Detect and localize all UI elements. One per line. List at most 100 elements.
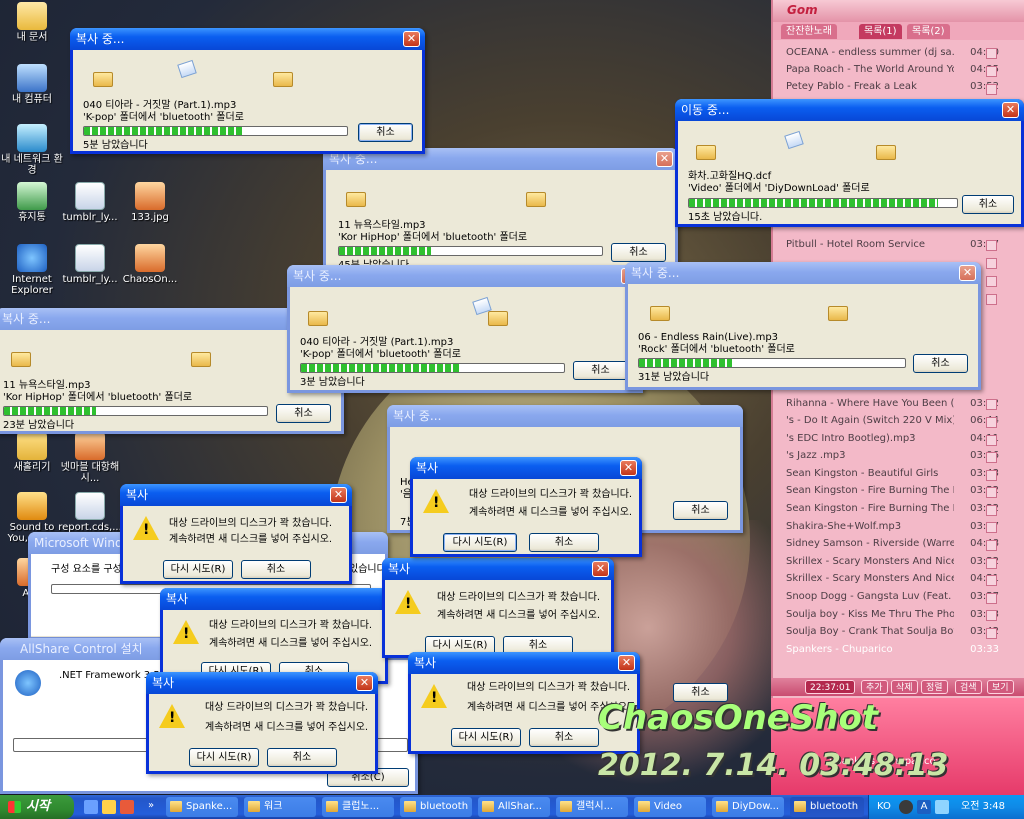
- playlist-action-button[interactable]: [986, 540, 997, 551]
- sort-button[interactable]: 정렬: [921, 680, 948, 694]
- retry-button[interactable]: 다시 시도(R): [443, 533, 517, 552]
- cancel-button[interactable]: 취소: [358, 123, 413, 142]
- cancel-button[interactable]: 취소: [611, 243, 666, 262]
- playlist-item[interactable]: Sidney Samson - Riverside (Warre... 04:48: [783, 535, 999, 552]
- playlist-item[interactable]: 's - Do It Again (Switch 220 V Mix)... 06…: [783, 412, 999, 429]
- move-dialog[interactable]: 이동 중... ✕ 화차.고화질HQ.dcf 'Video' 폴더에서 'Diy…: [675, 99, 1024, 227]
- desktop-icon-my-documents[interactable]: 내 문서: [0, 2, 64, 43]
- dialog-titlebar[interactable]: 복사 중...: [625, 262, 981, 284]
- taskbar-button[interactable]: DiyDow...: [712, 797, 784, 817]
- delete-button[interactable]: 삭제: [891, 680, 918, 694]
- close-icon[interactable]: ✕: [403, 31, 420, 47]
- playlist-item[interactable]: Skrillex - Scary Monsters And Nice... 04:…: [783, 570, 999, 587]
- desktop-icon-report[interactable]: report.cds,...: [58, 492, 122, 533]
- taskbar-button[interactable]: 워크: [244, 797, 316, 817]
- close-icon[interactable]: ✕: [592, 561, 609, 577]
- desktop-icon-recycle-bin[interactable]: 휴지통: [0, 182, 64, 223]
- playlist-item[interactable]: Sean Kingston - Beautiful Girls 03:43: [783, 465, 999, 482]
- disk-full-dialog[interactable]: 복사 ✕ 대상 드라이브의 디스크가 꽉 찼습니다. 계속하려면 새 디스크를 …: [146, 672, 378, 774]
- dialog-titlebar[interactable]: 복사: [146, 672, 378, 694]
- chevron-icon[interactable]: »: [148, 800, 154, 811]
- dialog-titlebar[interactable]: 복사: [382, 558, 614, 580]
- language-indicator[interactable]: KO: [877, 795, 891, 819]
- close-icon[interactable]: ✕: [620, 460, 637, 476]
- tab-playlist-2[interactable]: 목록(2): [907, 24, 950, 39]
- copy-dialog[interactable]: 복사 중... ✕ 11 뉴욕스타일.mp3 'Kor HipHop' 폴더에서…: [323, 148, 678, 271]
- dialog-titlebar[interactable]: 복사 중...: [287, 265, 643, 287]
- playlist-action-button[interactable]: [986, 452, 997, 463]
- cancel-button[interactable]: 취소: [962, 195, 1014, 214]
- quicklaunch-icon[interactable]: [120, 800, 134, 814]
- close-icon[interactable]: ✕: [356, 675, 373, 691]
- tab-playlist-calm[interactable]: 잔잔한노래: [781, 24, 837, 39]
- desktop-icon-chaoson[interactable]: ChaosOn...: [118, 244, 182, 285]
- playlist-action-button[interactable]: [986, 575, 997, 586]
- retry-button[interactable]: 다시 시도(R): [163, 560, 233, 579]
- taskbar-button[interactable]: bluetooth: [400, 797, 472, 817]
- dialog-titlebar[interactable]: 복사 중...: [70, 28, 425, 50]
- cancel-button[interactable]: 취소: [267, 748, 337, 767]
- playlist-action-button[interactable]: [986, 240, 997, 251]
- playlist-item[interactable]: OCEANA - endless summer (dj sa... 04:40: [783, 44, 999, 61]
- player-titlebar[interactable]: Gom: [773, 0, 1024, 22]
- dialog-titlebar[interactable]: 복사 중...: [387, 405, 743, 427]
- playlist-item[interactable]: Petey Pablo - Freak a Leak 03:52: [783, 78, 999, 95]
- cancel-button[interactable]: 취소: [573, 361, 628, 380]
- playlist-item[interactable]: Pitbull - Hotel Room Service 03:57: [783, 236, 999, 253]
- playlist-item[interactable]: Papa Roach - The World Around You 04:35: [783, 61, 999, 78]
- disk-full-dialog[interactable]: 복사 ✕ 대상 드라이브의 디스크가 꽉 찼습니다. 계속하려면 새 디스크를 …: [382, 558, 614, 658]
- disk-full-dialog[interactable]: 복사 ✕ 대상 드라이브의 디스크가 꽉 찼습니다. 계속하려면 새 디스크를 …: [120, 484, 352, 584]
- close-icon[interactable]: ✕: [656, 151, 673, 167]
- copy-dialog[interactable]: 복사 중... ✕ 040 티아라 - 거짓말 (Part.1).mp3 'K-…: [70, 28, 425, 154]
- taskbar-button[interactable]: Spanke...: [166, 797, 238, 817]
- tray-icon[interactable]: [935, 800, 949, 814]
- playlist-item[interactable]: Sean Kingston - Fire Burning The D... 03:…: [783, 500, 999, 517]
- taskbar-button-active[interactable]: bluetooth: [790, 797, 864, 817]
- cancel-button[interactable]: 취소: [913, 354, 968, 373]
- ime-icon[interactable]: A: [917, 800, 931, 814]
- desktop-icon-133-jpg[interactable]: 133.jpg: [118, 182, 182, 223]
- playlist-item[interactable]: Soulja Boy - Crank That Soulja Boy 03:42: [783, 623, 999, 640]
- playlist-action-button[interactable]: [986, 258, 997, 269]
- start-button[interactable]: 시작: [0, 795, 74, 819]
- playlist-action-button[interactable]: [986, 558, 997, 569]
- taskbar-button[interactable]: 갤럭시...: [556, 797, 628, 817]
- desktop-icon-tumblr-2[interactable]: tumblr_ly...: [58, 244, 122, 285]
- playlist-action-button[interactable]: [986, 610, 997, 621]
- dialog-titlebar[interactable]: 복사: [160, 588, 388, 610]
- cancel-button[interactable]: 취소: [673, 501, 728, 520]
- playlist-item[interactable]: Shakira-She+Wolf.mp3 03:07: [783, 518, 999, 535]
- dialog-titlebar[interactable]: 복사: [408, 652, 640, 674]
- close-icon[interactable]: ✕: [1002, 102, 1019, 118]
- disk-full-dialog-active[interactable]: 복사 ✕ 대상 드라이브의 디스크가 꽉 찼습니다. 계속하려면 새 디스크를 …: [410, 457, 642, 557]
- playlist-action-button[interactable]: [986, 399, 997, 410]
- playlist-action-button[interactable]: [986, 417, 997, 428]
- quicklaunch-icon[interactable]: [84, 800, 98, 814]
- playlist-item[interactable]: Snoop Dogg - Gangsta Luv (Feat. ... 03:57: [783, 588, 999, 605]
- playlist-action-button[interactable]: [986, 84, 997, 95]
- close-icon[interactable]: ✕: [618, 655, 635, 671]
- playlist-action-button[interactable]: [986, 276, 997, 287]
- close-icon[interactable]: ✕: [330, 487, 347, 503]
- tab-playlist-1[interactable]: 목록(1): [859, 24, 902, 39]
- taskbar-button[interactable]: AllShar...: [478, 797, 550, 817]
- desktop-icon-saeholligi[interactable]: 새홀리기: [0, 432, 64, 473]
- playlist-item[interactable]: Rihanna - Where Have You Been (... 03:52: [783, 395, 999, 412]
- desktop-icon-netmarble[interactable]: 넷마블 대항해시...: [58, 432, 122, 484]
- playlist-item[interactable]: 's EDC Intro Bootleg).mp3 04:11: [783, 430, 999, 447]
- search-button[interactable]: 검색: [955, 680, 982, 694]
- playlist-item-current[interactable]: Spankers - Chuparico 03:33: [783, 641, 999, 658]
- playlist-item[interactable]: Skrillex - Scary Monsters And Nice... 03:…: [783, 553, 999, 570]
- cancel-button[interactable]: 취소: [241, 560, 311, 579]
- dialog-titlebar[interactable]: 이동 중...: [675, 99, 1024, 121]
- dialog-titlebar[interactable]: 복사: [120, 484, 352, 506]
- desktop-icon-tumblr-1[interactable]: tumblr_ly...: [58, 182, 122, 223]
- view-button[interactable]: 보기: [987, 680, 1014, 694]
- playlist-action-button[interactable]: [986, 487, 997, 498]
- disk-full-dialog[interactable]: 복사 대상 드라이브의 디스크가 꽉 찼습니다. 계속하려면 새 디스크를 넣어…: [160, 588, 388, 684]
- copy-dialog[interactable]: 복사 중... ✕ 06 - Endless Rain(Live).mp3 'R…: [625, 262, 981, 390]
- taskbar-button[interactable]: Video: [634, 797, 706, 817]
- desktop-icon-ie[interactable]: Internet Explorer: [0, 244, 64, 296]
- playlist-action-button[interactable]: [986, 593, 997, 604]
- dialog-titlebar[interactable]: 복사: [410, 457, 642, 479]
